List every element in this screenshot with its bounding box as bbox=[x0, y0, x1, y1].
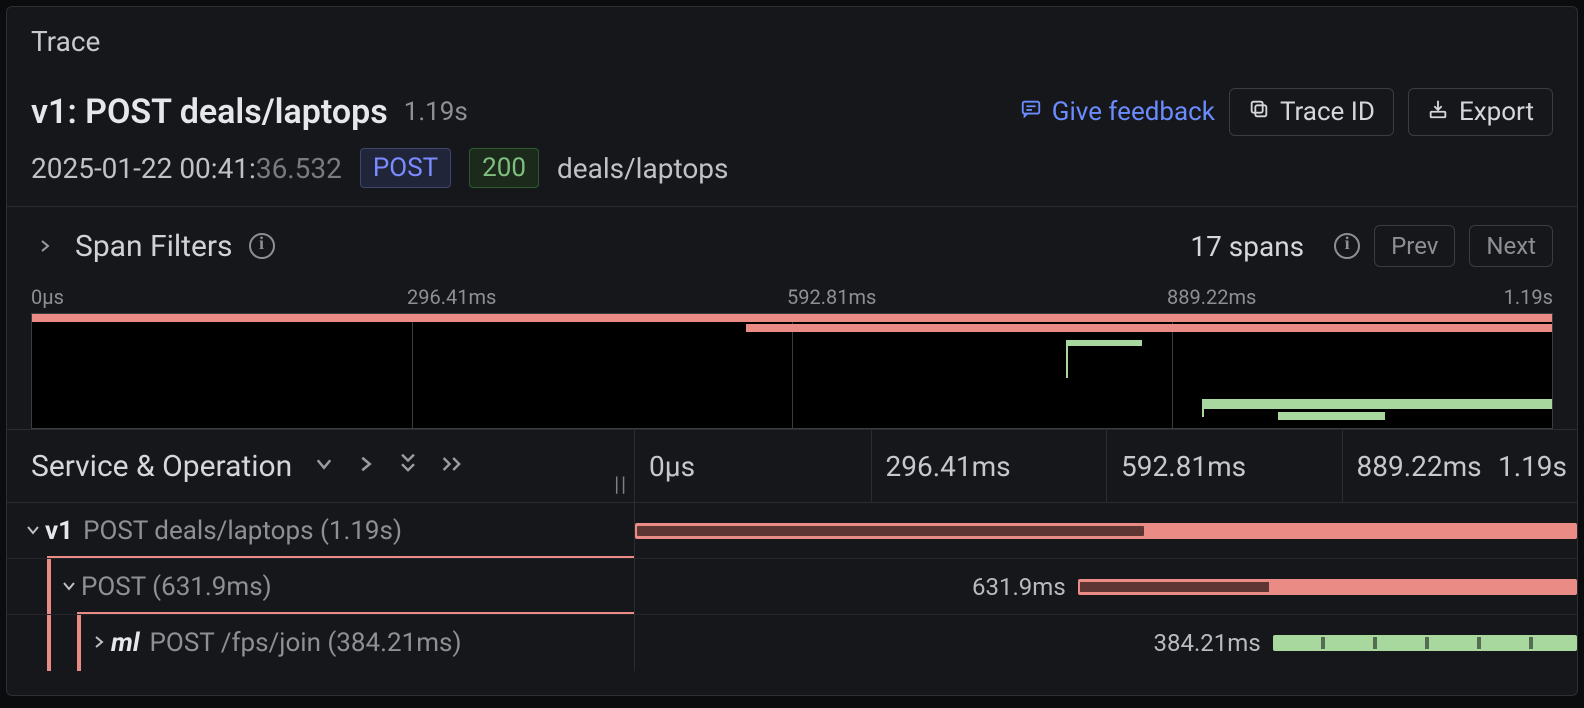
trace-id-label: Trace ID bbox=[1280, 97, 1375, 127]
chevron-down-icon[interactable] bbox=[21, 519, 45, 543]
expand-all-icon[interactable] bbox=[440, 452, 464, 480]
span-row[interactable]: POST (631.9ms) 631.9ms bbox=[7, 559, 1577, 615]
axis-tick: 0μs bbox=[31, 285, 64, 309]
trace-title: v1: POST deals/laptops bbox=[31, 92, 388, 132]
trace-duration: 1.19s bbox=[404, 97, 468, 127]
axis-tick: 592.81ms bbox=[1106, 430, 1246, 502]
trace-meta: 2025-01-22 00:41:36.532 POST 200 deals/l… bbox=[7, 142, 1577, 206]
trace-panel: Trace v1: POST deals/laptops 1.19s Give … bbox=[6, 6, 1578, 696]
axis-tick: 1.19s bbox=[1484, 430, 1567, 502]
axis-tick: 889.22ms bbox=[1342, 430, 1482, 502]
service-operation-column: Service & Operation || bbox=[7, 430, 635, 502]
axis-tick: 1.19s bbox=[1504, 285, 1553, 309]
trace-header: v1: POST deals/laptops 1.19s Give feedba… bbox=[7, 68, 1577, 142]
info-icon[interactable] bbox=[1334, 233, 1360, 259]
span-count: 17 spans bbox=[1190, 230, 1304, 263]
info-icon[interactable] bbox=[249, 233, 275, 259]
axis-tick: 296.41ms bbox=[871, 430, 1011, 502]
service-name: ml bbox=[111, 628, 140, 658]
span-duration: 384.21ms bbox=[1154, 629, 1261, 657]
span-bar[interactable]: 631.9ms bbox=[1078, 579, 1577, 595]
trace-timestamp: 2025-01-22 00:41:36.532 bbox=[31, 152, 342, 185]
chevron-right-icon[interactable] bbox=[87, 631, 111, 655]
span-bar[interactable]: 384.21ms bbox=[1273, 635, 1577, 651]
span-bar[interactable] bbox=[635, 523, 1577, 539]
panel-title: Trace bbox=[7, 7, 1577, 68]
span-filters-toggle[interactable] bbox=[31, 238, 59, 254]
span-row[interactable]: v1 POST deals/laptops (1.19s) bbox=[7, 503, 1577, 559]
operation-name: POST (631.9ms) bbox=[81, 572, 272, 602]
span-filters-label: Span Filters bbox=[75, 229, 233, 264]
chevron-down-icon[interactable] bbox=[57, 575, 81, 599]
operation-name: POST /fps/join (384.21ms) bbox=[150, 628, 462, 658]
span-duration: 631.9ms bbox=[972, 573, 1066, 601]
give-feedback-label: Give feedback bbox=[1052, 97, 1215, 127]
span-filters-row: Span Filters 17 spans Prev Next bbox=[7, 207, 1577, 285]
export-button[interactable]: Export bbox=[1408, 88, 1553, 136]
copy-icon bbox=[1248, 97, 1270, 127]
chevron-down-icon[interactable] bbox=[314, 452, 334, 480]
span-rows: v1 POST deals/laptops (1.19s) POST (631.… bbox=[7, 503, 1577, 671]
trace-id-button[interactable]: Trace ID bbox=[1229, 88, 1394, 136]
axis-tick: 0μs bbox=[635, 430, 695, 502]
timeline-header: 0μs 296.41ms 592.81ms 889.22ms 1.19s bbox=[635, 430, 1577, 502]
give-feedback-link[interactable]: Give feedback bbox=[1020, 97, 1215, 127]
span-row[interactable]: ml POST /fps/join (384.21ms) 384.21ms bbox=[7, 615, 1577, 671]
service-operation-label: Service & Operation bbox=[31, 449, 292, 484]
service-name: v1 bbox=[45, 516, 73, 546]
operation-name: POST deals/laptops (1.19s) bbox=[83, 516, 402, 546]
axis-tick: 592.81ms bbox=[787, 285, 876, 309]
columns-header: Service & Operation || 0μs 296.41ms 592.… bbox=[7, 429, 1577, 503]
column-resize-handle[interactable]: || bbox=[614, 472, 628, 496]
collapse-all-icon[interactable] bbox=[398, 451, 418, 481]
axis-tick: 889.22ms bbox=[1167, 285, 1256, 309]
next-span-button[interactable]: Next bbox=[1469, 225, 1553, 267]
trace-minimap[interactable] bbox=[31, 313, 1553, 429]
export-icon bbox=[1427, 97, 1449, 127]
chevron-right-icon[interactable] bbox=[356, 452, 376, 480]
prev-span-button[interactable]: Prev bbox=[1374, 225, 1455, 267]
minimap-axis: 0μs 296.41ms 592.81ms 889.22ms 1.19s bbox=[7, 285, 1577, 311]
http-method-badge: POST bbox=[360, 148, 451, 188]
feedback-icon bbox=[1020, 97, 1042, 127]
trace-path: deals/laptops bbox=[557, 152, 728, 185]
export-label: Export bbox=[1459, 97, 1534, 127]
http-status-badge: 200 bbox=[469, 148, 539, 188]
axis-tick: 296.41ms bbox=[407, 285, 496, 309]
